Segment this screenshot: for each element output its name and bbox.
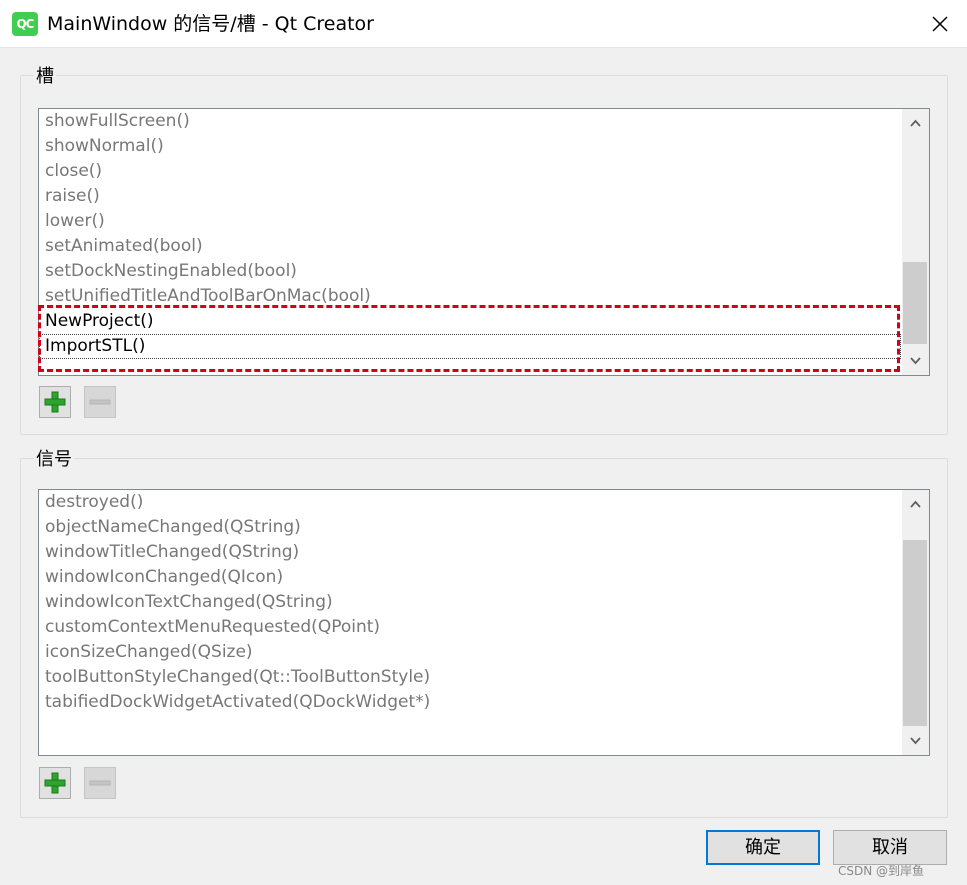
signal-item[interactable]: iconSizeChanged(QSize) [39,640,901,665]
slot-item[interactable]: setUnifiedTitleAndToolBarOnMac(bool) [39,284,901,309]
slots-list[interactable]: showFullScreen() showNormal() close() ra… [38,108,930,376]
slot-item[interactable]: close() [39,159,901,184]
cancel-button[interactable]: 取消 [833,830,947,865]
scroll-down-button[interactable] [902,349,929,373]
chevron-down-icon [910,737,921,745]
slot-item[interactable]: lower() [39,209,901,234]
title-bar: QC MainWindow 的信号/槽 - Qt Creator [0,0,967,48]
add-signal-button[interactable] [39,767,71,799]
slot-item[interactable]: raise() [39,184,901,209]
slot-item-newproject[interactable]: NewProject() [39,309,901,334]
minus-icon [89,780,111,786]
slot-item[interactable]: showFullScreen() [39,109,901,134]
close-button[interactable] [918,4,962,44]
plus-icon [44,391,66,413]
watermark: CSDN @到岸鱼 [838,864,925,878]
chevron-up-icon [910,119,921,127]
window-title: MainWindow 的信号/槽 - Qt Creator [47,13,374,35]
slot-item[interactable]: setAnimated(bool) [39,234,901,259]
slots-group-title: 槽 [34,66,56,88]
scroll-thumb[interactable] [903,262,927,344]
signal-item[interactable]: destroyed() [39,490,901,515]
signal-item[interactable]: windowIconChanged(QIcon) [39,565,901,590]
slots-scrollbar[interactable] [902,109,929,375]
signals-group-title: 信号 [34,449,74,471]
scroll-up-button[interactable] [902,111,929,135]
remove-signal-button[interactable] [84,767,116,799]
slot-item[interactable]: setDockNestingEnabled(bool) [39,259,901,284]
add-slot-button[interactable] [39,386,71,418]
chevron-down-icon [910,357,921,365]
qt-creator-icon: QC [12,12,38,36]
signal-item[interactable]: tabifiedDockWidgetActivated(QDockWidget*… [39,690,901,715]
signal-item[interactable]: windowIconTextChanged(QString) [39,590,901,615]
signal-item[interactable]: customContextMenuRequested(QPoint) [39,615,901,640]
signals-scrollbar[interactable] [902,490,929,755]
signal-item[interactable]: toolButtonStyleChanged(Qt::ToolButtonSty… [39,665,901,690]
slot-item[interactable]: showNormal() [39,134,901,159]
remove-slot-button[interactable] [84,386,116,418]
slot-item-importstl[interactable]: ImportSTL() [39,334,901,359]
chevron-up-icon [910,500,921,508]
close-icon [932,16,948,32]
scroll-thumb[interactable] [903,540,927,726]
signal-item[interactable]: windowTitleChanged(QString) [39,540,901,565]
ok-button[interactable]: 确定 [706,830,820,865]
scroll-down-button[interactable] [902,729,929,753]
scroll-up-button[interactable] [902,492,929,516]
signals-list[interactable]: destroyed() objectNameChanged(QString) w… [38,489,930,756]
minus-icon [89,399,111,405]
plus-icon [44,772,66,794]
signal-item[interactable]: objectNameChanged(QString) [39,515,901,540]
